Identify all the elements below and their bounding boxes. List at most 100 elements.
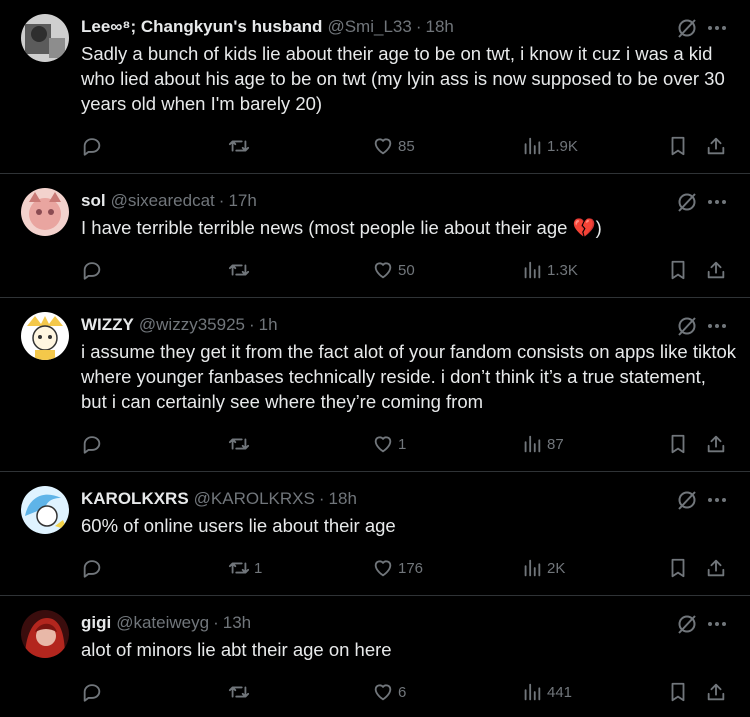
retweet-button[interactable] — [228, 432, 254, 456]
grok-icon[interactable] — [675, 16, 699, 40]
heart-icon — [374, 138, 392, 155]
bookmark-button[interactable] — [667, 432, 689, 456]
display-name[interactable]: WIZZY — [81, 314, 134, 336]
views-icon — [524, 683, 541, 701]
like-button[interactable]: 1 — [372, 432, 406, 456]
like-count: 50 — [398, 261, 415, 279]
views-count: 441 — [547, 683, 573, 701]
bookmark-button[interactable] — [667, 680, 689, 704]
display-name[interactable]: KAROLKXRS — [81, 488, 189, 510]
separator-dot: · — [218, 191, 225, 210]
views-button[interactable]: 1.3K — [521, 258, 578, 282]
avatar[interactable] — [21, 14, 69, 62]
retweet-icon — [228, 562, 250, 574]
reply-button[interactable] — [81, 432, 107, 456]
reply-icon — [83, 262, 101, 280]
separator-dot: · — [213, 613, 219, 632]
timestamp[interactable]: 13h — [223, 612, 251, 634]
reply-button[interactable] — [81, 556, 107, 580]
share-button[interactable] — [705, 680, 727, 704]
avatar[interactable] — [21, 486, 69, 534]
tweet-text: alot of minors lie abt their age on here — [81, 639, 392, 660]
tweet-actions: 1 87 — [81, 432, 731, 456]
views-button[interactable]: 87 — [521, 432, 564, 456]
views-button[interactable]: 2K — [521, 556, 565, 580]
separator-dot: · — [415, 17, 422, 36]
like-button[interactable]: 50 — [372, 258, 415, 282]
more-icon[interactable] — [706, 315, 728, 337]
views-button[interactable]: 441 — [521, 680, 572, 704]
tweet-header: Lee∞⁸; Changkyun's husband @Smi_L33 · 18… — [81, 16, 736, 38]
timestamp[interactable]: 18h — [425, 16, 453, 38]
share-icon — [707, 261, 725, 279]
reply-button[interactable] — [81, 680, 107, 704]
views-icon — [524, 435, 541, 453]
user-handle[interactable]: @KAROLKRXS — [194, 488, 315, 510]
timestamp[interactable]: 17h — [228, 190, 256, 212]
tweet-actions: 6 441 — [81, 680, 731, 704]
share-button[interactable] — [705, 556, 727, 580]
bookmark-button[interactable] — [667, 134, 689, 158]
reply-button[interactable] — [81, 258, 107, 282]
reply-button[interactable] — [81, 134, 107, 158]
retweet-icon — [228, 686, 250, 698]
bookmark-icon — [671, 434, 685, 454]
retweet-button[interactable]: 1 — [228, 556, 262, 580]
tweet-text-end: ) — [595, 217, 602, 238]
tweet[interactable]: Lee∞⁸; Changkyun's husband @Smi_L33 · 18… — [0, 0, 750, 174]
more-icon[interactable] — [706, 191, 728, 213]
display-name[interactable]: sol — [81, 190, 106, 212]
user-handle[interactable]: @kateiweyg — [116, 612, 209, 634]
user-handle[interactable]: @sixearedcat — [111, 190, 215, 212]
tweet[interactable]: WIZZY @wizzy35925 · 1h i assume they get… — [0, 298, 750, 472]
retweet-icon — [228, 140, 250, 152]
tweet-actions: 85 1.9K — [81, 134, 731, 158]
tweet[interactable]: gigi @kateiweyg · 13h alot of minors lie… — [0, 596, 750, 717]
like-count: 6 — [398, 683, 407, 701]
tweet-text: I have terrible terrible news (most peop… — [81, 217, 568, 238]
timestamp[interactable]: 1h — [259, 314, 278, 336]
avatar[interactable] — [21, 312, 69, 360]
tweet-text: Sadly a bunch of kids lie about their ag… — [81, 43, 725, 114]
reply-icon — [83, 436, 101, 454]
display-name[interactable]: gigi — [81, 612, 111, 634]
user-handle[interactable]: @wizzy35925 — [139, 314, 245, 336]
like-button[interactable]: 6 — [372, 680, 406, 704]
more-icon[interactable] — [706, 489, 728, 511]
display-name[interactable]: Lee∞⁸; Changkyun's husband — [81, 16, 322, 38]
tweet-actions: 1 176 2K — [81, 556, 731, 580]
timeline: Lee∞⁸; Changkyun's husband @Smi_L33 · 18… — [0, 0, 750, 717]
user-handle[interactable]: @Smi_L33 — [327, 16, 411, 38]
avatar[interactable] — [21, 610, 69, 658]
reply-icon — [83, 684, 101, 702]
grok-icon[interactable] — [675, 314, 699, 338]
tweet[interactable]: KAROLKXRS @KAROLKRXS · 18h 60% of online… — [0, 472, 750, 596]
share-button[interactable] — [705, 134, 727, 158]
tweet-actions: 50 1.3K — [81, 258, 731, 282]
like-count: 1 — [398, 435, 407, 453]
more-icon[interactable] — [706, 613, 728, 635]
heart-icon — [374, 436, 392, 453]
retweet-button[interactable] — [228, 134, 254, 158]
views-button[interactable]: 1.9K — [521, 134, 578, 158]
bookmark-button[interactable] — [667, 258, 689, 282]
views-icon — [524, 559, 541, 577]
bookmark-button[interactable] — [667, 556, 689, 580]
share-button[interactable] — [705, 432, 727, 456]
grok-icon[interactable] — [675, 488, 699, 512]
like-button[interactable]: 85 — [372, 134, 415, 158]
tweet[interactable]: sol @sixearedcat · 17h I have terrible t… — [0, 174, 750, 298]
more-icon[interactable] — [706, 17, 728, 39]
retweet-button[interactable] — [228, 680, 254, 704]
avatar[interactable] — [21, 188, 69, 236]
bookmark-icon — [671, 136, 685, 156]
bookmark-icon — [671, 260, 685, 280]
grok-icon[interactable] — [675, 612, 699, 636]
reply-icon — [83, 560, 101, 578]
timestamp[interactable]: 18h — [329, 488, 357, 510]
grok-icon[interactable] — [675, 190, 699, 214]
like-button[interactable]: 176 — [372, 556, 423, 580]
retweet-button[interactable] — [228, 258, 254, 282]
share-button[interactable] — [705, 258, 727, 282]
like-count: 85 — [398, 137, 415, 155]
